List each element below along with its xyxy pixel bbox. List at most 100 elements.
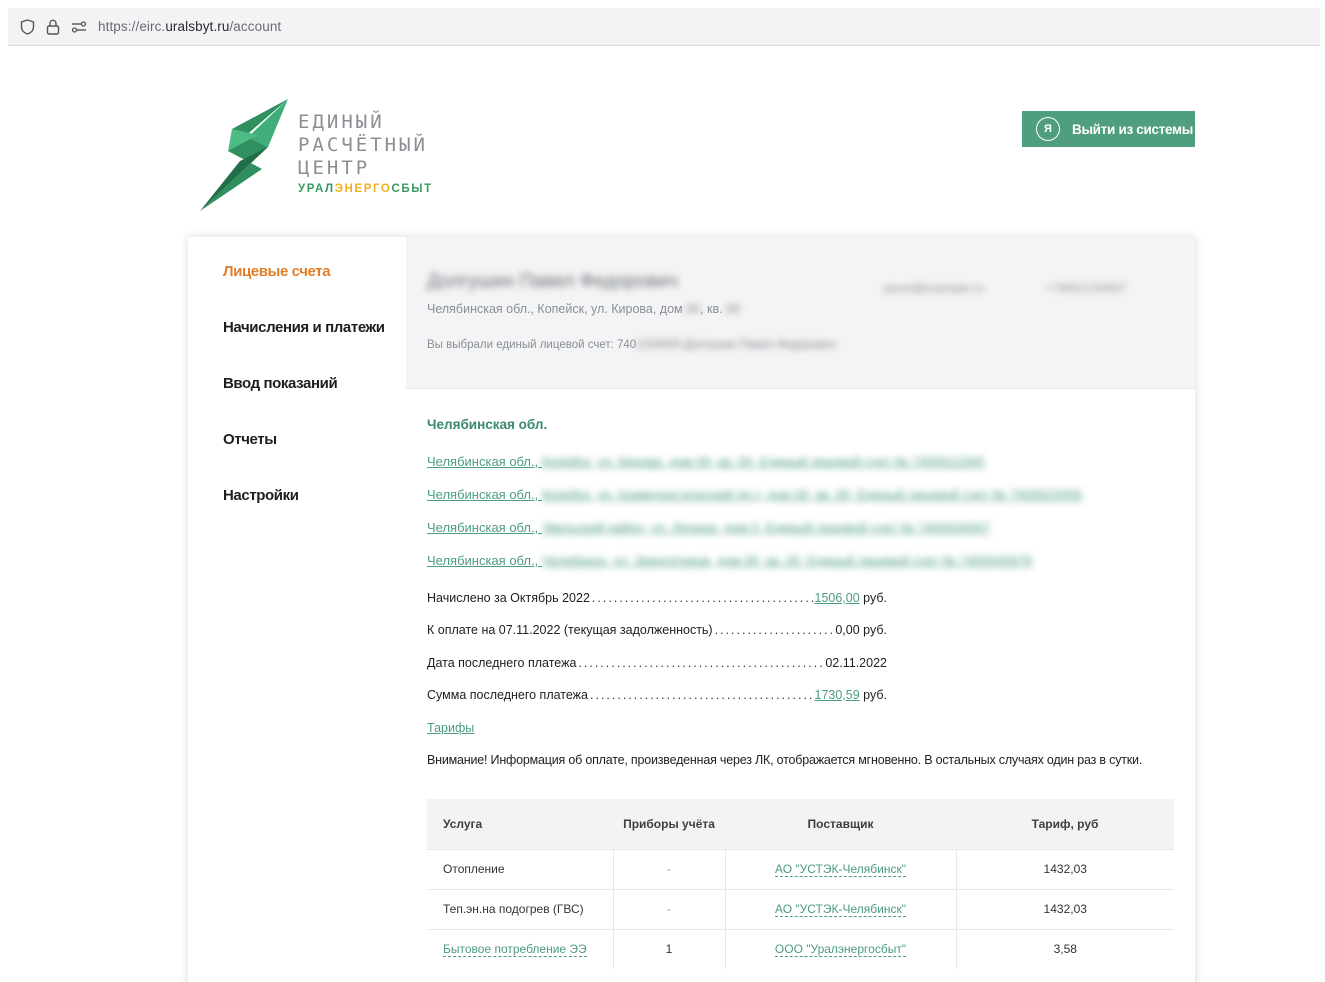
account-link-details: Копейск, ул. Кирова, дом 00, кв. 00, Еди… [541, 454, 985, 469]
table-header-row: Услуга Приборы учёта Поставщик Тариф, ру… [427, 799, 1174, 849]
url-field[interactable]: https://eirc.uralsbyt.ru/account [98, 19, 281, 34]
supplier-cell: АО "УСТЭК-Челябинск" [725, 888, 957, 929]
table-row: Бытовое потребление ЭЭ 1 ООО "Уралэнерго… [427, 928, 1174, 969]
account-card: Лицевые счета Начисления и платежи Ввод … [188, 237, 1195, 982]
account-email: pavel@example.ru [884, 281, 985, 295]
supplier-cell: АО "УСТЭК-Челябинск" [725, 848, 957, 889]
due-label: К оплате на 07.11.2022 (текущая задолжен… [427, 623, 713, 637]
accrued-unit: руб. [859, 591, 887, 605]
shield-icon[interactable] [18, 18, 36, 36]
account-link-region: Челябинская обл., [427, 520, 542, 535]
logo-sub-ural: УРАЛ [298, 183, 335, 195]
sidebar-item-charges[interactable]: Начисления и платежи [223, 319, 385, 336]
meters-cell: - [613, 848, 726, 889]
logo-emblem-icon [200, 99, 288, 211]
tariffs-link[interactable]: Тарифы [427, 721, 474, 735]
accrued-value-link[interactable]: 1506,00 [815, 591, 860, 605]
sidebar-item-readings[interactable]: Ввод показаний [223, 375, 338, 392]
meters-cell: 1 [613, 928, 726, 969]
logout-label: Выйти из системы [1072, 121, 1193, 137]
account-address-house: 00 [686, 302, 701, 316]
service-cell: Теп.эн.на подогрев (ГВС) [427, 888, 614, 929]
sidebar-item-reports[interactable]: Отчеты [223, 431, 277, 448]
tariff-cell: 1432,03 [956, 888, 1174, 929]
account-holder-name: Долгушин Павел Федорович [427, 271, 678, 292]
account-link-1[interactable]: Челябинская обл., Копейск, ул. Кирова, д… [427, 454, 984, 469]
header-meters: Приборы учёта [613, 799, 725, 849]
accrued-row: Начислено за Октябрь 2022 ..............… [427, 591, 887, 605]
service-cell: Отопление [427, 848, 614, 889]
leader-dots: ........................................… [578, 656, 823, 670]
table-row: Теп.эн.на подогрев (ГВС) - АО "УСТЭК-Чел… [427, 888, 1174, 929]
supplier-link[interactable]: АО "УСТЭК-Челябинск" [775, 902, 906, 917]
logo-line-1: ЕДИНЫЙ [298, 111, 385, 133]
sidebar-item-settings[interactable]: Настройки [223, 487, 299, 504]
last-payment-sum-unit: руб. [859, 688, 887, 702]
account-address-mid: , кв. [700, 302, 727, 316]
sidebar-item-accounts[interactable]: Лицевые счета [223, 263, 331, 280]
account-link-region: Челябинская обл., [427, 553, 542, 568]
service-link[interactable]: Бытовое потребление ЭЭ [443, 942, 587, 958]
supplier-link[interactable]: ООО "Уралэнергосбыт" [774, 942, 907, 958]
tariff-cell: 3,58 [956, 928, 1174, 969]
account-address: Челябинская обл., Копейск, ул. Кирова, д… [427, 302, 740, 316]
last-payment-sum: 1730,59 руб. [815, 688, 888, 702]
payment-notice: Внимание! Информация об оплате, произвед… [427, 753, 1143, 767]
lock-icon[interactable] [44, 18, 62, 36]
account-address-flat: 00 [726, 302, 740, 316]
last-payment-sum-link[interactable]: 1730,59 [815, 688, 860, 702]
accrued-label: Начислено за Октябрь 2022 [427, 591, 590, 605]
due-row: К оплате на 07.11.2022 (текущая задолжен… [427, 623, 887, 637]
supplier-link[interactable]: АО "УСТЭК-Челябинск" [775, 862, 906, 877]
logo-line-2: РАСЧЁТНЫЙ [298, 134, 428, 156]
permissions-icon[interactable] [70, 18, 88, 36]
leader-dots: ........................................… [591, 591, 813, 605]
leader-dots: ........................................… [714, 623, 834, 637]
account-link-region: Челябинская обл., [427, 487, 542, 502]
account-phone: +79001234567 [1046, 281, 1127, 295]
service-cell: Бытовое потребление ЭЭ [427, 928, 614, 969]
accrued-amount: 1506,00 руб. [815, 591, 888, 605]
url-domain: uralsbyt.ru [165, 19, 230, 34]
last-payment-date-value: 02.11.2022 [825, 656, 887, 670]
logo[interactable]: ЕДИНЫЙ РАСЧЁТНЫЙ ЦЕНТР УРАЛЭНЕРГОСБЫТ [200, 99, 460, 219]
logo-subtitle: УРАЛЭНЕРГОСБЫТ [298, 183, 433, 195]
last-payment-date-row: Дата последнего платежа ................… [427, 656, 887, 670]
browser-address-bar: https://eirc.uralsbyt.ru/account [8, 8, 1320, 46]
logout-icon: Я [1036, 117, 1060, 141]
selected-account-text: Вы выбрали единый лицевой счет: 740 [427, 339, 637, 351]
region-heading: Челябинская обл. [427, 417, 548, 432]
account-link-details: Копейск, ул. Коммунистический пр-т, дом … [541, 487, 1082, 502]
logout-button[interactable]: Я Выйти из системы [1022, 111, 1195, 147]
sidebar: Лицевые счета Начисления и платежи Ввод … [188, 237, 406, 982]
meters-cell: - [613, 888, 726, 929]
account-link-4[interactable]: Челябинская обл., Челябинск, ул. Энергет… [427, 553, 1032, 568]
leader-dots: ........................................… [590, 688, 813, 702]
due-value: 0,00 руб. [835, 623, 887, 637]
page: ЕДИНЫЙ РАСЧЁТНЫЙ ЦЕНТР УРАЛЭНЕРГОСБЫТ Я … [8, 47, 1320, 982]
last-payment-sum-label: Сумма последнего платежа [427, 688, 588, 702]
supplier-cell: ООО "Уралэнергосбыт" [725, 928, 957, 969]
account-link-details: Челябинск, ул. Энергетиков, дом 00, кв. … [541, 553, 1032, 568]
account-link-region: Челябинская обл., [427, 454, 542, 469]
logo-sub-sbyt: СБЫТ [391, 183, 433, 195]
selected-account: Вы выбрали единый лицевой счет: 74012345… [427, 339, 836, 351]
header-supplier: Поставщик [725, 799, 956, 849]
selected-account-number: 1234500 Долгушин Павел Федорович [636, 339, 836, 351]
last-payment-sum-row: Сумма последнего платежа ...............… [427, 688, 887, 702]
account-address-text: Челябинская обл., Копейск, ул. Кирова, д… [427, 302, 687, 316]
logo-line-3: ЦЕНТР [298, 157, 371, 179]
url-prefix: https://eirc. [98, 19, 166, 34]
last-payment-date-label: Дата последнего платежа [427, 656, 577, 670]
account-link-2[interactable]: Челябинская обл., Копейск, ул. Коммунист… [427, 487, 1082, 502]
tariff-cell: 1432,03 [956, 848, 1174, 889]
url-path: /account [229, 19, 282, 34]
account-header: Долгушин Павел Федорович Челябинская обл… [406, 237, 1195, 389]
logo-text: ЕДИНЫЙ РАСЧЁТНЫЙ ЦЕНТР УРАЛЭНЕРГОСБЫТ [298, 111, 433, 195]
table-row: Отопление - АО "УСТЭК-Челябинск" 1432,03 [427, 848, 1174, 889]
header-tariff: Тариф, руб [956, 799, 1174, 849]
logo-sub-energo: ЭНЕРГО [334, 183, 392, 195]
services-table: Услуга Приборы учёта Поставщик Тариф, ру… [427, 799, 1174, 969]
header-service: Услуга [427, 799, 613, 849]
account-link-3[interactable]: Челябинская обл., Увельский район, ул. Л… [427, 520, 990, 535]
